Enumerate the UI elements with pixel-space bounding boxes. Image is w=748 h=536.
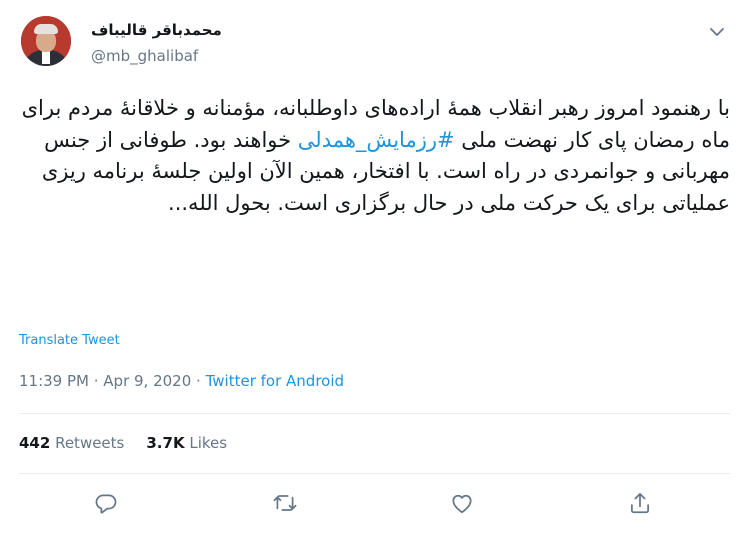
retweets-stat[interactable]: 442 Retweets	[19, 434, 124, 452]
share-icon	[627, 493, 653, 520]
tweet-meta: 11:39 PM · Apr 9, 2020 · Twitter for And…	[19, 372, 344, 390]
tweet-text: با رهنمود امروز رهبر انقلاب همهٔ اراده‌ه…	[16, 93, 730, 219]
retweet-icon	[272, 495, 298, 520]
share-button[interactable]	[627, 490, 655, 518]
retweet-button[interactable]	[272, 490, 300, 518]
tweet-header: محمدباقر قالیباف @mb_ghalibaf	[21, 16, 729, 76]
tweet-source-link[interactable]: Twitter for Android	[206, 372, 344, 390]
meta-separator: ·	[88, 372, 104, 390]
reply-button[interactable]	[93, 490, 121, 518]
reply-icon	[93, 494, 119, 520]
avatar[interactable]	[21, 16, 71, 66]
heart-icon	[449, 494, 475, 520]
hashtag-link[interactable]: #رزمایش_همدلی	[298, 128, 455, 152]
divider	[19, 473, 730, 474]
chevron-down-icon[interactable]	[707, 22, 727, 42]
retweets-label: Retweets	[50, 434, 125, 452]
retweets-count: 442	[19, 434, 51, 452]
author-handle[interactable]: @mb_ghalibaf	[91, 47, 198, 65]
like-button[interactable]	[449, 490, 477, 518]
meta-separator: ·	[191, 372, 206, 390]
divider	[19, 413, 730, 414]
tweet-date[interactable]: Apr 9, 2020	[103, 372, 191, 390]
likes-count: 3.7K	[146, 434, 185, 452]
tweet-time[interactable]: 11:39 PM	[19, 372, 89, 390]
tweet-actions	[0, 490, 748, 522]
likes-stat[interactable]: 3.7K Likes	[146, 434, 227, 452]
translate-tweet-link[interactable]: Translate Tweet	[19, 333, 120, 348]
author-name[interactable]: محمدباقر قالیباف	[91, 21, 222, 39]
likes-label: Likes	[184, 434, 228, 452]
tweet-stats: 442 Retweets 3.7K Likes	[19, 434, 227, 452]
